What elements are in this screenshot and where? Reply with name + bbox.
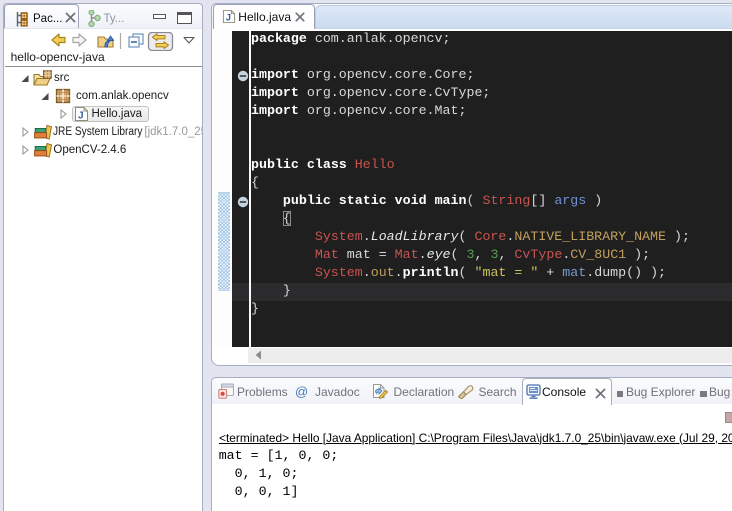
svg-text:J: J — [78, 111, 84, 122]
svg-text:J: J — [226, 13, 231, 23]
